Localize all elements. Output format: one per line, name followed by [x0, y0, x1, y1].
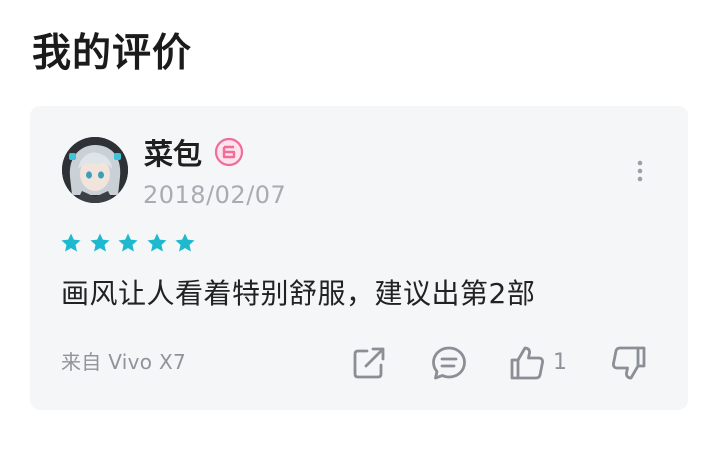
comment-icon — [432, 346, 466, 380]
username: 菜包 — [144, 137, 203, 171]
star-icon — [89, 233, 110, 252]
like-count: 1 — [553, 350, 567, 375]
level-badge-icon — [214, 137, 244, 167]
comment-button[interactable] — [430, 343, 468, 383]
star-icon — [61, 233, 81, 252]
device-source: 来自 Vivo X7 — [61, 350, 187, 374]
review-text: 画风让人看着特别舒服，建议出第2部 — [61, 277, 536, 310]
section-title: 我的评价 — [32, 31, 193, 76]
thumbs-down-icon — [612, 346, 646, 380]
share-icon — [353, 347, 385, 379]
dislike-button[interactable] — [610, 343, 648, 383]
review-card: 菜包 2018/02/07 画风让人看着特别舒服，建议出第2部 来自 Vivo … — [30, 106, 688, 410]
star-icon — [118, 233, 138, 252]
avatar-image — [62, 137, 128, 203]
star-icon — [146, 233, 167, 252]
review-date: 2018/02/07 — [143, 181, 287, 209]
more-options-icon[interactable] — [628, 156, 652, 186]
share-button[interactable] — [350, 343, 388, 383]
star-icon — [175, 233, 195, 252]
thumbs-up-icon — [510, 346, 544, 380]
my-review-page: 我的评价 菜包 2018/02/07 画风让人看着特别舒服，建议出第2部 来自 … — [0, 0, 720, 457]
like-button[interactable]: 1 — [508, 343, 567, 383]
star-rating — [60, 232, 203, 256]
avatar[interactable] — [62, 137, 128, 203]
